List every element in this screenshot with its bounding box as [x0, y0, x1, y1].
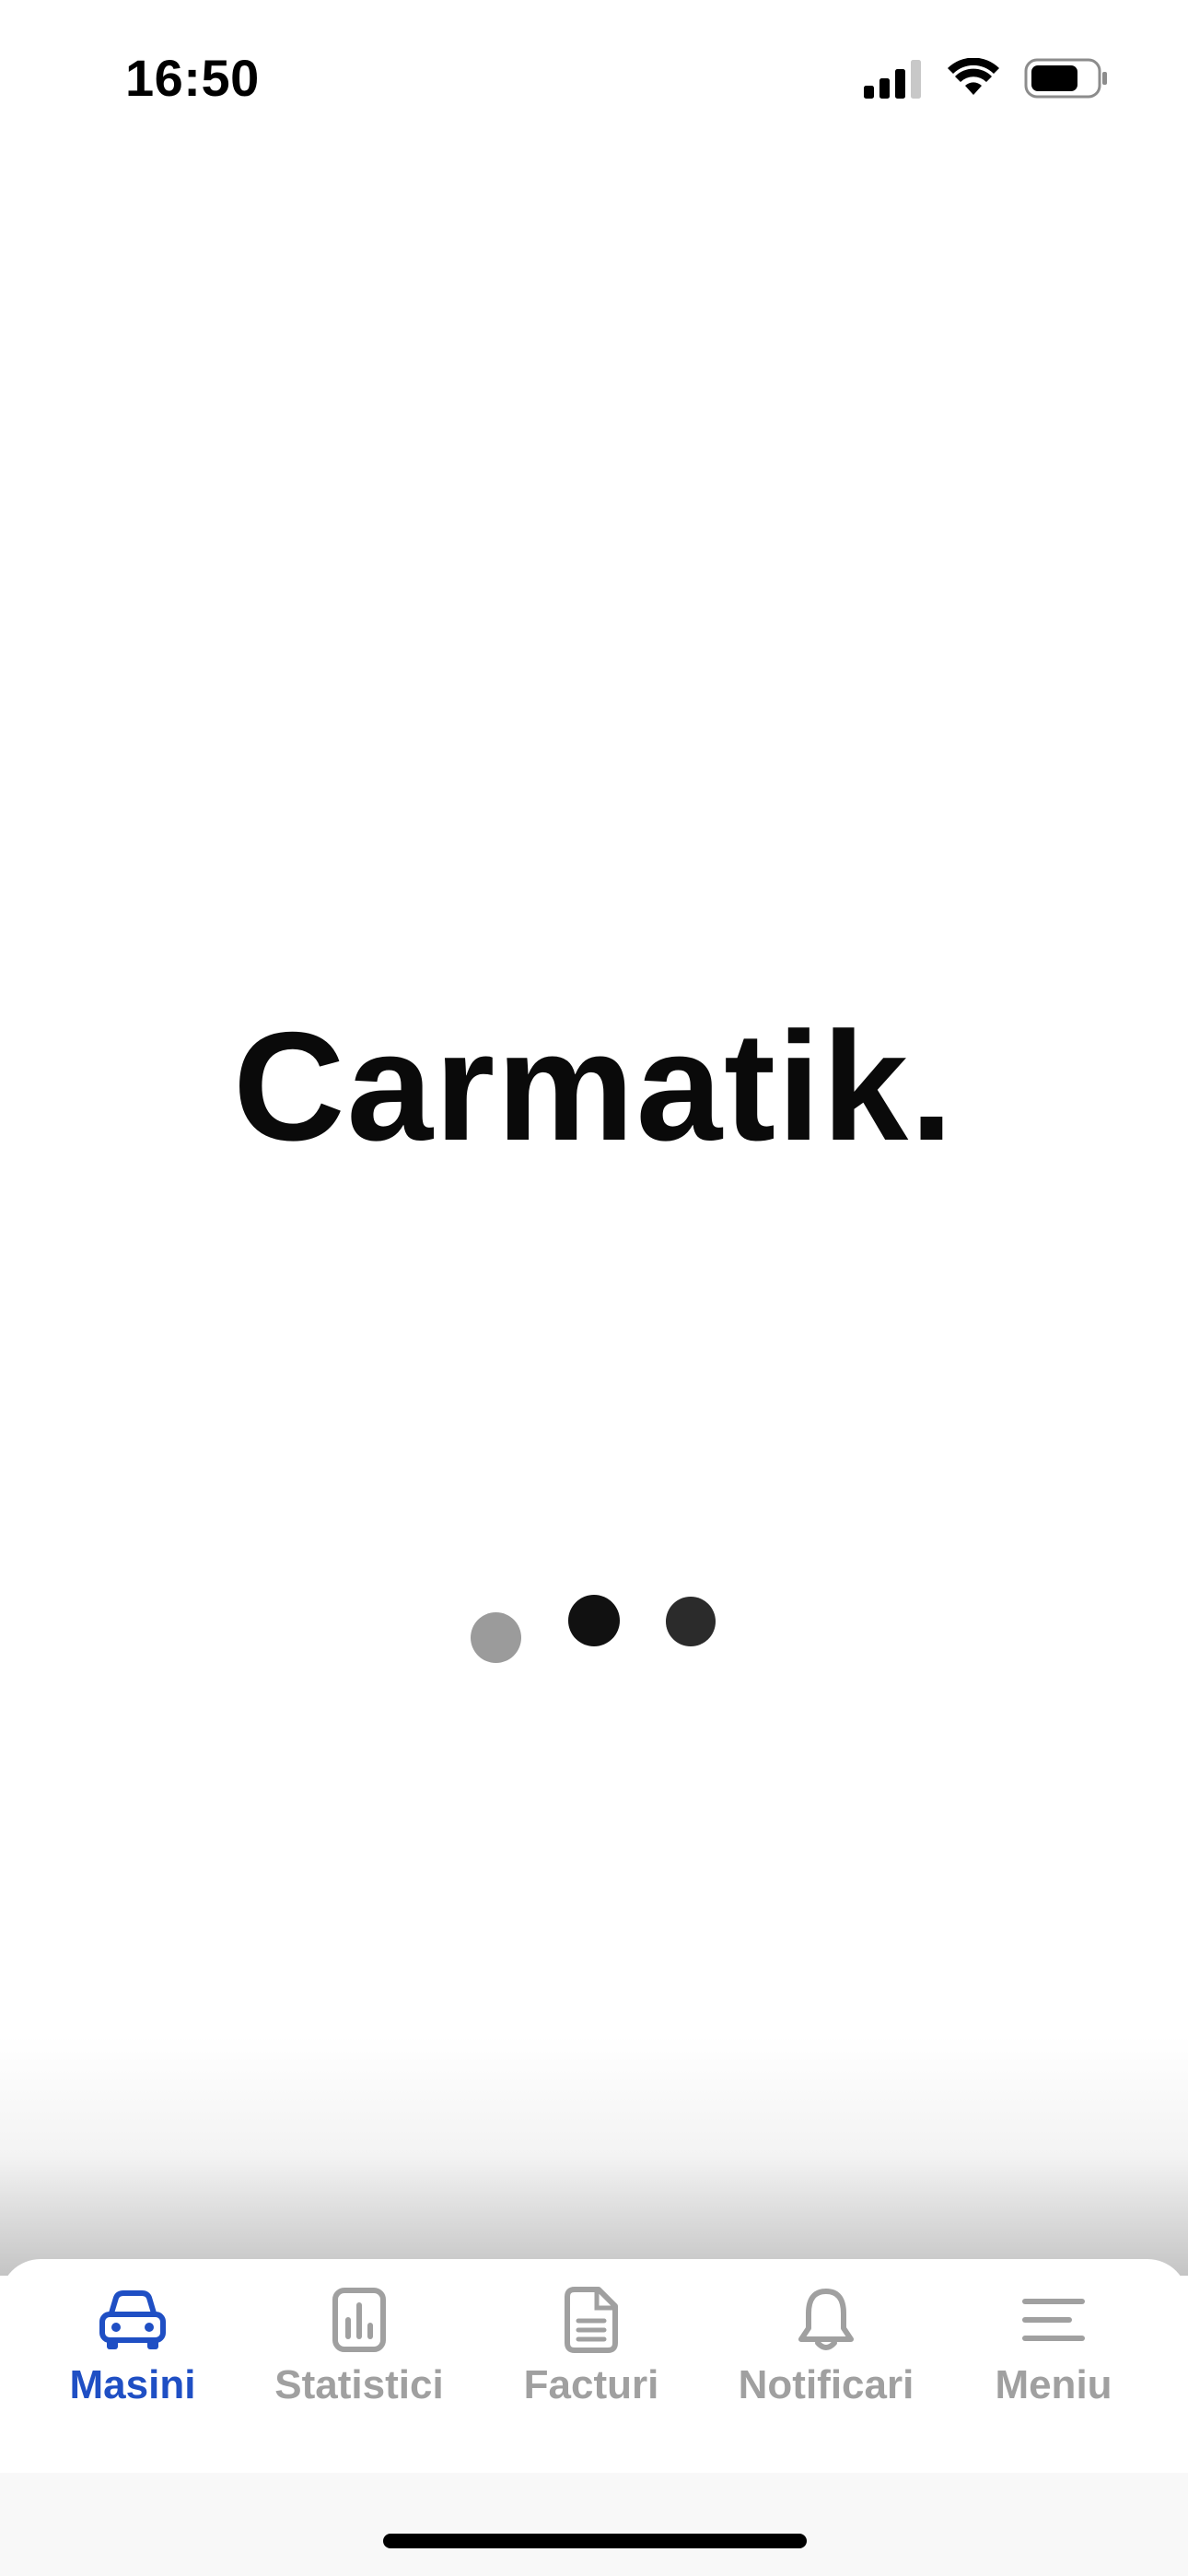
status-time: 16:50: [125, 49, 260, 107]
loading-dot-1: [471, 1612, 521, 1663]
home-indicator[interactable]: [383, 2534, 807, 2548]
cellular-signal-icon: [864, 58, 923, 103]
tab-label-meniu: Meniu: [995, 2362, 1112, 2407]
tab-label-statistici: Statistici: [274, 2362, 444, 2407]
loading-dot-2: [568, 1595, 620, 1646]
car-icon: [96, 2283, 169, 2357]
tab-masini[interactable]: Masini: [13, 2283, 252, 2408]
tab-facturi[interactable]: Facturi: [472, 2283, 711, 2408]
loading-dot-3: [666, 1597, 716, 1646]
menu-icon: [1017, 2283, 1090, 2357]
tab-bar-bottom-area: [0, 2473, 1188, 2576]
wifi-icon: [947, 57, 1000, 103]
tab-statistici[interactable]: Statistici: [239, 2283, 479, 2408]
tab-notificari[interactable]: Notificari: [706, 2283, 946, 2408]
brand-logo-text: Carmatik.: [233, 1000, 955, 1173]
status-bar: 16:50: [0, 0, 1188, 161]
tab-label-notificari: Notificari: [738, 2362, 914, 2407]
tab-bar-shadow: [0, 2036, 1188, 2276]
bell-icon: [789, 2283, 863, 2357]
tab-bar: Masini Statistici Facturi Notificari Men…: [0, 2259, 1188, 2473]
status-icons: [864, 57, 1109, 103]
tab-label-masini: Masini: [69, 2362, 196, 2407]
bar-chart-icon: [322, 2283, 396, 2357]
document-icon: [554, 2283, 628, 2357]
tab-label-facturi: Facturi: [523, 2362, 659, 2407]
tab-meniu[interactable]: Meniu: [934, 2283, 1173, 2408]
battery-icon: [1024, 57, 1109, 104]
splash-screen: 16:50 Carmatik. Masini Statistici Factur…: [0, 0, 1188, 2576]
